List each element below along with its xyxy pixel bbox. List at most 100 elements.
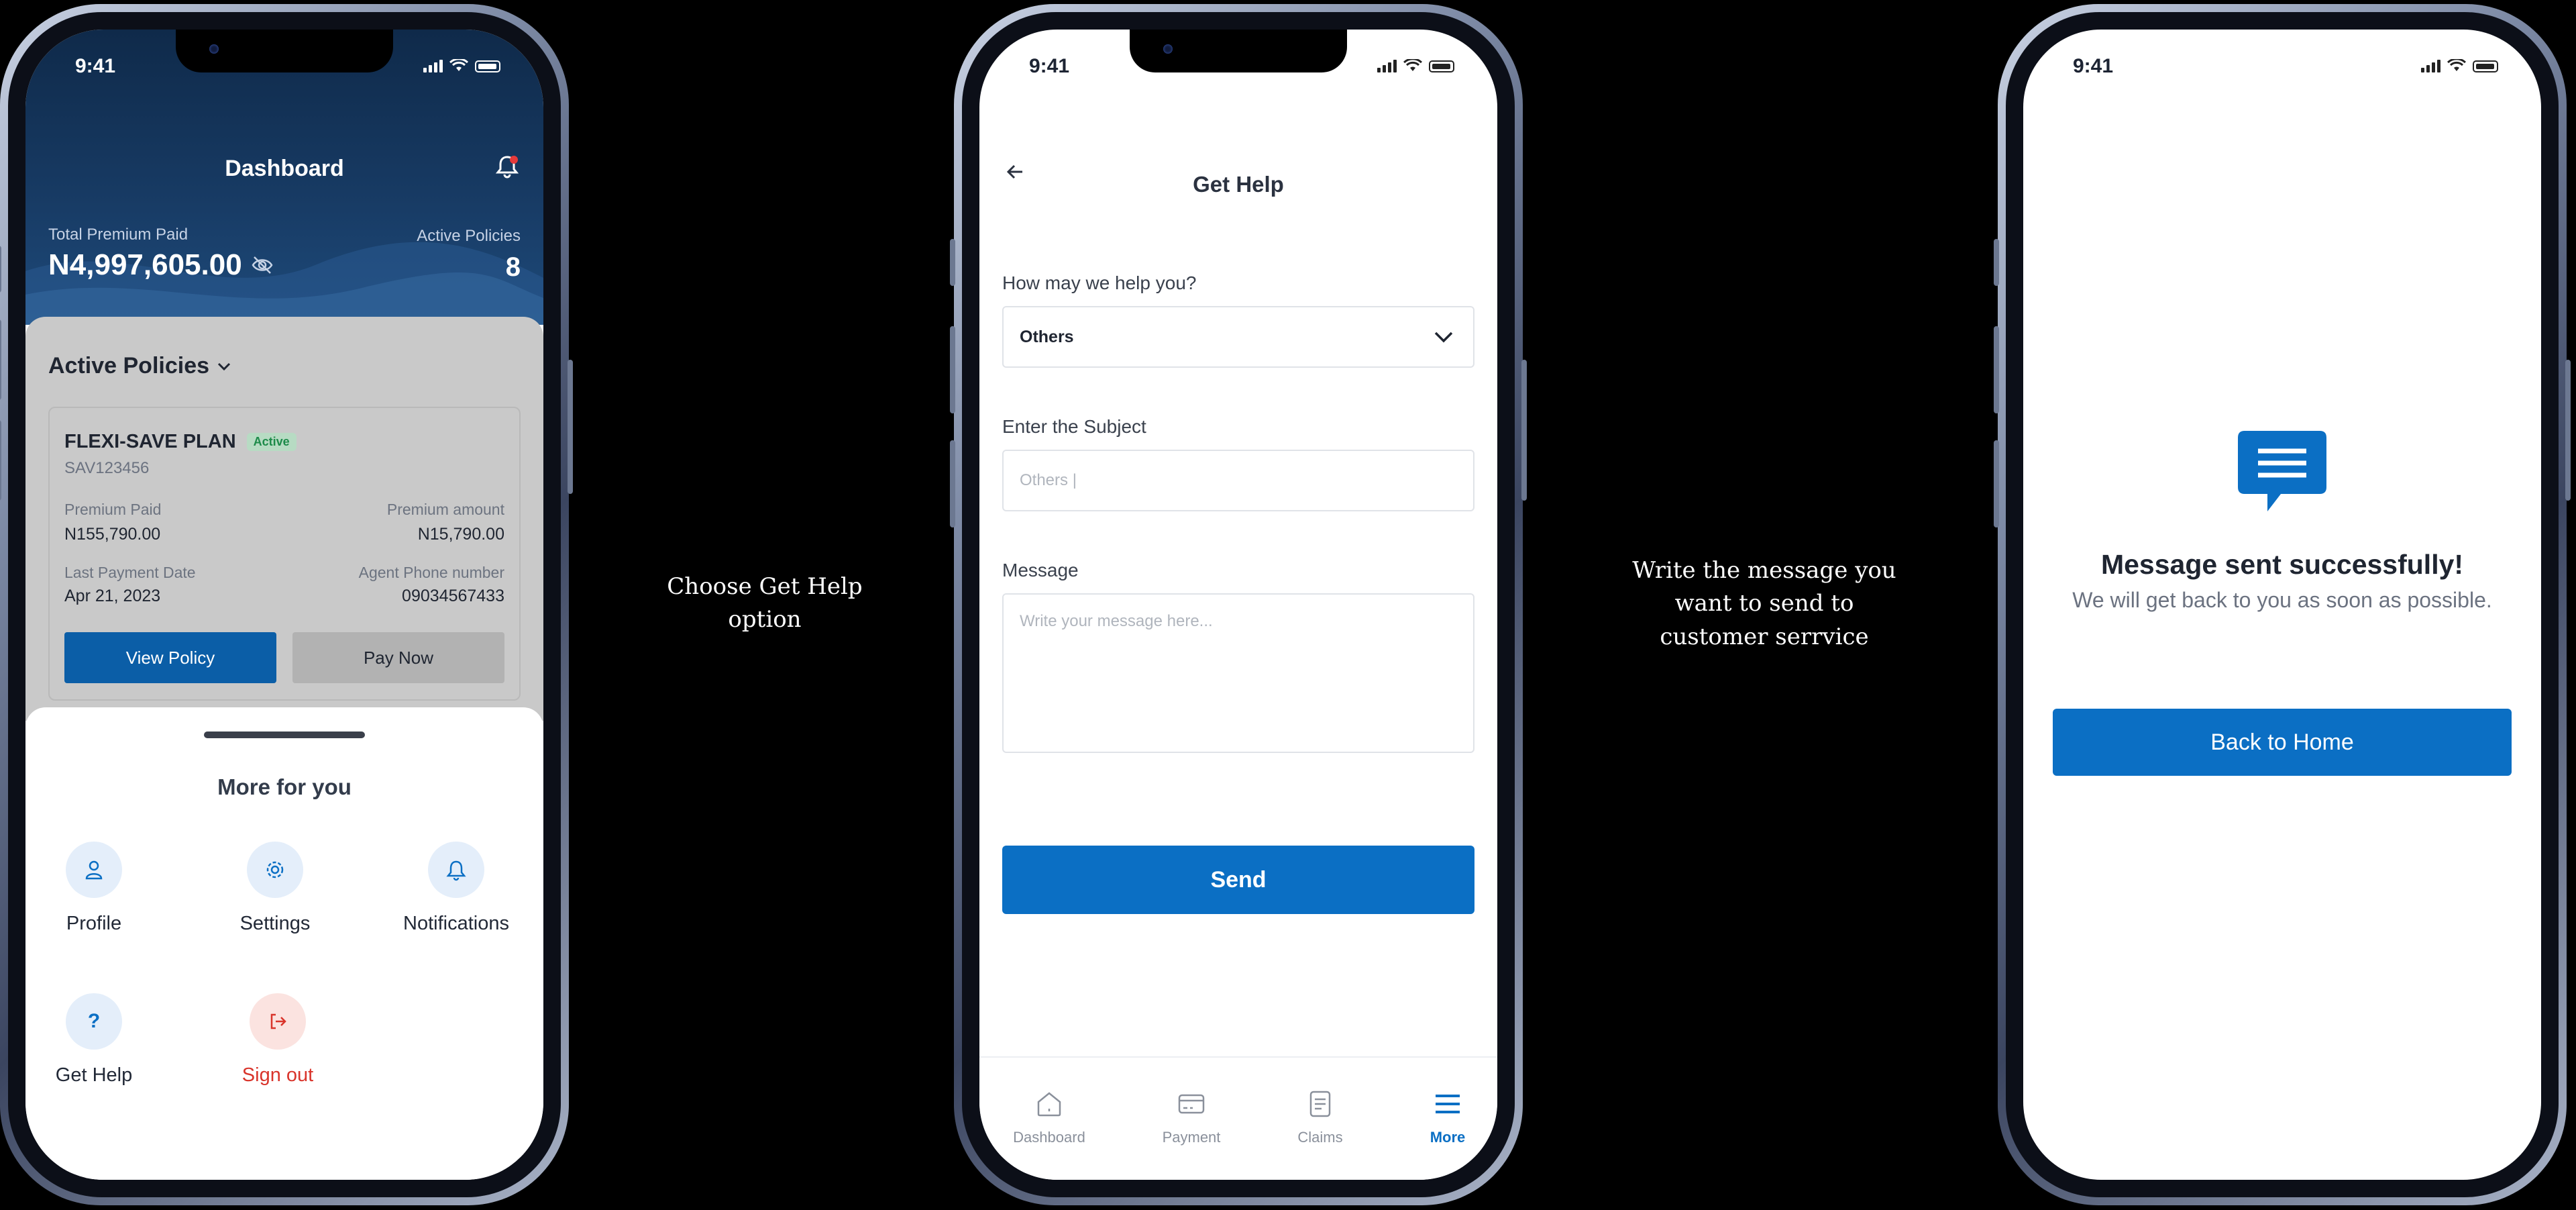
tab-claims[interactable]: Claims — [1267, 1089, 1374, 1146]
caption-step-1: Choose Get Help option — [664, 570, 865, 637]
policies-section: Active Policies FLEXI-SAVE PLAN Active S… — [25, 317, 543, 721]
notch — [176, 30, 393, 72]
tab-label: More — [1430, 1129, 1466, 1146]
sheet-handle[interactable] — [204, 732, 365, 738]
caption-line: customer serrvice — [1660, 623, 1869, 650]
phone-frame-dashboard: 9:41 Dashboard Total Premium Paid N4,997… — [0, 4, 573, 1205]
premium-paid-label: Premium Paid — [64, 501, 162, 518]
status-bar: 9:41 — [2023, 55, 2541, 82]
premium-amount-label: Premium amount — [386, 501, 504, 518]
success-subtitle: We will get back to you as soon as possi… — [2072, 588, 2492, 612]
tab-payment[interactable]: Payment — [1138, 1089, 1245, 1146]
premium-paid-value: N155,790.00 — [64, 525, 161, 544]
page-title: Get Help — [1193, 172, 1284, 197]
subject-label: Enter the Subject — [1002, 416, 1146, 437]
status-time: 9:41 — [1029, 55, 1070, 77]
more-item-get-help[interactable]: ? Get Help — [25, 993, 168, 1087]
home-icon — [1037, 1092, 1061, 1117]
status-time: 9:41 — [2073, 55, 2114, 77]
active-policies-dropdown[interactable]: Active Policies — [48, 353, 232, 379]
bottom-tab-bar: Dashboard Payment Claims More — [979, 1056, 1497, 1180]
active-policies-label: Active Policies — [417, 227, 521, 245]
signal-icon — [423, 59, 443, 72]
policy-code: SAV123456 — [64, 459, 150, 477]
success-title: Message sent successfully! — [2100, 549, 2464, 580]
message-textarea[interactable]: Write your message here... — [1002, 593, 1474, 753]
premium-amount-value: N15,790.00 — [417, 525, 504, 544]
help-topic-select[interactable]: Others — [1002, 306, 1474, 368]
notch — [1130, 30, 1347, 72]
more-item-label: Profile — [66, 913, 122, 934]
chat-message-icon — [2238, 431, 2326, 511]
battery-icon — [475, 60, 500, 72]
battery-icon — [1429, 60, 1454, 72]
card-icon — [1178, 1094, 1205, 1114]
last-payment-label: Last Payment Date — [64, 564, 196, 581]
active-policies-count: 8 — [505, 252, 521, 282]
pay-now-button[interactable]: Pay Now — [292, 632, 504, 683]
signal-icon — [1377, 59, 1397, 72]
more-item-sign-out[interactable]: Sign out — [204, 993, 352, 1087]
menu-icon — [1436, 1095, 1460, 1113]
caption-line: Write the message you — [1632, 557, 1896, 584]
tab-label: Payment — [1162, 1129, 1221, 1146]
battery-icon — [2473, 60, 2498, 72]
bell-icon — [446, 860, 466, 881]
question-icon: ? — [87, 1010, 101, 1032]
wifi-icon — [449, 59, 468, 71]
more-title: More for you — [217, 774, 352, 799]
document-icon — [1309, 1091, 1331, 1117]
tab-dashboard[interactable]: Dashboard — [996, 1089, 1103, 1146]
help-topic-value: Others — [1020, 327, 1074, 346]
page-title: Dashboard — [225, 156, 344, 181]
wifi-icon — [2447, 59, 2466, 71]
message-label: Message — [1002, 560, 1079, 581]
chevron-down-icon — [1434, 332, 1453, 343]
more-item-label: Settings — [239, 913, 311, 934]
total-premium-label: Total Premium Paid — [48, 225, 189, 244]
chevron-down-icon — [217, 362, 231, 370]
total-premium-value: N4,997,605.00 — [48, 248, 242, 281]
caption-line: Choose Get Help — [667, 573, 863, 600]
caption-line: want to send to — [1674, 590, 1854, 617]
subject-placeholder: Others | — [1020, 471, 1077, 489]
gear-icon — [266, 861, 284, 878]
more-item-label: Get Help — [55, 1064, 133, 1086]
send-button[interactable]: Send — [1002, 846, 1474, 914]
eye-off-icon[interactable] — [252, 256, 273, 274]
back-to-home-button[interactable]: Back to Home — [2053, 709, 2512, 776]
subject-input[interactable]: Others | — [1002, 450, 1474, 511]
more-item-settings[interactable]: Settings — [201, 842, 349, 935]
tab-label: Claims — [1297, 1129, 1343, 1146]
success-screen: 9:41 Message sent successfully! We will … — [2023, 30, 2541, 1180]
more-sheet: More for you Profile Settings Notificati… — [25, 707, 543, 1180]
phone-frame-success: 9:41 Message sent successfully! We will … — [1994, 4, 2571, 1205]
message-placeholder: Write your message here... — [1020, 612, 1213, 630]
phone-frame-get-help: 9:41 Get Help How may we help you? Other… — [950, 4, 1527, 1205]
help-topic-label: How may we help you? — [1002, 272, 1197, 293]
signal-icon — [2421, 59, 2440, 72]
get-help-screen: 9:41 Get Help How may we help you? Other… — [979, 30, 1497, 1180]
notification-bell-icon[interactable] — [494, 153, 521, 180]
active-policies-heading: Active Policies — [48, 353, 210, 379]
wifi-icon — [1403, 59, 1422, 71]
view-policy-button[interactable]: View Policy — [64, 632, 276, 683]
policy-name: FLEXI-SAVE PLAN — [64, 431, 236, 452]
caption-line: option — [728, 606, 802, 634]
caption-step-2: Write the message you want to send to cu… — [1603, 554, 1925, 654]
more-item-label: Notifications — [403, 913, 509, 934]
last-payment-value: Apr 21, 2023 — [64, 587, 161, 605]
status-badge: Active — [246, 433, 297, 451]
user-icon — [85, 860, 103, 880]
policy-card: FLEXI-SAVE PLAN Active SAV123456 Premium… — [48, 407, 521, 701]
sign-out-icon — [270, 1013, 286, 1029]
tab-more[interactable]: More — [1394, 1089, 1497, 1146]
more-item-profile[interactable]: Profile — [25, 842, 168, 935]
status-time: 9:41 — [75, 55, 116, 77]
agent-phone-value: 09034567433 — [402, 587, 504, 605]
more-item-label: Sign out — [241, 1064, 314, 1086]
more-item-notifications[interactable]: Notifications — [382, 842, 530, 935]
dashboard-screen: 9:41 Dashboard Total Premium Paid N4,997… — [25, 30, 543, 1180]
tab-label: Dashboard — [1013, 1129, 1085, 1146]
agent-phone-label: Agent Phone number — [358, 564, 504, 581]
